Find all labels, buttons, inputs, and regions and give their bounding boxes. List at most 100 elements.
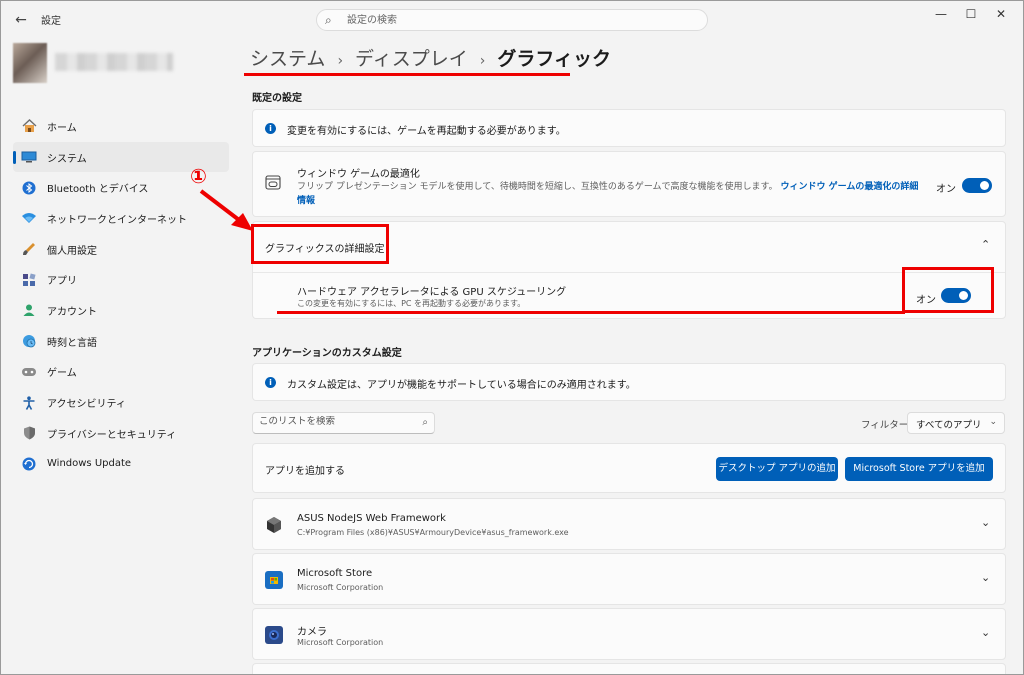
personalization-icon — [21, 241, 37, 257]
app-publisher: Microsoft Corporation — [297, 583, 384, 592]
back-arrow-icon[interactable]: ← — [11, 10, 31, 30]
app-list-search-box[interactable]: ⌕ — [252, 412, 435, 434]
sidebar-item-label: アカウント — [47, 306, 97, 318]
breadcrumb: システム › ディスプレイ › グラフィック — [250, 44, 611, 71]
search-icon: ⌕ — [422, 417, 428, 428]
add-app-label: アプリを追加する — [265, 466, 345, 477]
asus-framework-icon — [265, 516, 283, 538]
gaming-icon — [21, 364, 37, 380]
sidebar-item-label: アクセシビリティ — [47, 399, 126, 411]
windows-update-icon — [21, 456, 37, 472]
chevron-up-icon[interactable]: ⌃ — [981, 238, 990, 251]
app-row-asus[interactable]: ASUS NodeJS Web Framework C:¥Program Fil… — [252, 498, 1006, 550]
microsoft-store-icon — [265, 571, 283, 589]
minimize-button[interactable]: — — [926, 5, 956, 23]
annotation-marker: ① — [190, 164, 207, 188]
apps-icon — [21, 272, 37, 288]
sidebar-item-time-language[interactable]: 時刻と言語 — [13, 326, 229, 357]
account-icon — [21, 302, 37, 318]
annotation-box-advanced-graphics — [251, 224, 389, 264]
sidebar-item-accessibility[interactable]: アクセシビリティ — [13, 387, 229, 418]
system-icon — [21, 149, 37, 165]
app-row-camera[interactable]: カメラ Microsoft Corporation ⌄ — [252, 608, 1006, 660]
maximize-button[interactable]: ☐ — [956, 5, 986, 23]
window-game-optimization-description: フリップ プレゼンテーション モデルを使用して、待機時間を短縮し、互換性のあるゲ… — [297, 182, 778, 192]
restart-game-info-card: i 変更を有効にするには、ゲームを再起動する必要があります。 — [252, 109, 1006, 147]
sidebar-item-label: ネットワークとインターネット — [47, 214, 187, 226]
window-game-optimization-desc: フリップ プレゼンテーション モデルを使用して、待機時間を短縮し、互換性のあるゲ… — [297, 180, 927, 208]
annotation-underline-gpu — [277, 311, 905, 314]
gpu-scheduling-desc: この変更を有効にするには、PC を再起動する必要があります。 — [297, 299, 526, 308]
sidebar-item-label: 個人用設定 — [47, 245, 97, 257]
breadcrumb-separator: › — [337, 53, 344, 69]
bluetooth-icon — [21, 180, 37, 196]
window-game-optimization-toggle[interactable] — [962, 178, 992, 193]
sidebar-item-label: Bluetooth とデバイス — [47, 184, 149, 196]
custom-settings-info-text: カスタム設定は、アプリが機能をサポートしている場合にのみ適用されます。 — [287, 380, 636, 391]
chevron-down-icon: ⌄ — [989, 417, 997, 427]
app-name: カメラ — [297, 627, 327, 638]
privacy-shield-icon — [21, 425, 37, 441]
app-row-microsoft-store[interactable]: Microsoft Store Microsoft Corporation ⌄ — [252, 553, 1006, 605]
close-button[interactable]: ✕ — [986, 5, 1016, 23]
search-icon: ⌕ — [325, 13, 332, 27]
accessibility-icon — [21, 395, 37, 411]
filter-label: フィルター: — [861, 420, 912, 431]
avatar[interactable] — [13, 43, 47, 83]
sidebar-item-label: プライバシーとセキュリティ — [47, 429, 177, 441]
sidebar-item-label: アプリ — [47, 276, 77, 288]
add-app-card: アプリを追加する デスクトップ アプリの追加 Microsoft Store ア… — [252, 443, 1006, 493]
info-icon: i — [265, 377, 276, 388]
chevron-down-icon[interactable]: ⌄ — [981, 571, 990, 584]
time-language-icon — [21, 333, 37, 349]
custom-settings-heading: アプリケーションのカスタム設定 — [252, 348, 402, 359]
app-row-partial[interactable] — [252, 663, 1006, 674]
default-settings-heading: 既定の設定 — [252, 93, 302, 104]
window-game-optimization-title: ウィンドウ ゲームの最適化 — [297, 169, 420, 180]
account-name-blurred — [55, 53, 173, 71]
app-path: C:¥Program Files (x86)¥ASUS¥ArmouryDevic… — [297, 528, 569, 537]
add-desktop-app-button[interactable]: デスクトップ アプリの追加 — [716, 457, 838, 481]
gpu-scheduling-title: ハードウェア アクセラレータによる GPU スケジューリング — [297, 287, 567, 298]
settings-window: ← 設定 ⌕ — ☐ ✕ ホーム システム Bluetooth — [0, 0, 1024, 675]
app-title: 設定 — [41, 16, 61, 27]
breadcrumb-display[interactable]: ディスプレイ — [355, 48, 468, 70]
sidebar-item-label: ゲーム — [47, 368, 77, 380]
sidebar-item-privacy[interactable]: プライバシーとセキュリティ — [13, 418, 229, 449]
title-bar: ← 設定 ⌕ — ☐ ✕ — [1, 1, 1023, 39]
sidebar-item-windows-update[interactable]: Windows Update — [13, 449, 229, 480]
add-store-app-button[interactable]: Microsoft Store アプリを追加 — [845, 457, 993, 481]
home-icon — [21, 118, 37, 134]
sidebar-item-account[interactable]: アカウント — [13, 295, 229, 326]
app-name: ASUS NodeJS Web Framework — [297, 513, 446, 524]
camera-icon — [265, 626, 283, 644]
annotation-box-gpu-toggle — [902, 267, 994, 313]
chevron-down-icon[interactable]: ⌄ — [981, 516, 990, 529]
settings-search-box[interactable]: ⌕ — [316, 9, 708, 31]
info-icon: i — [265, 123, 276, 134]
filter-dropdown-value: すべてのアプリ — [916, 420, 982, 431]
sidebar-item-label: ホーム — [47, 122, 77, 134]
network-icon — [21, 210, 37, 226]
annotation-underline-breadcrumb — [244, 73, 570, 76]
app-list-search-input[interactable] — [259, 416, 409, 427]
breadcrumb-separator: › — [479, 53, 486, 69]
restart-game-info-text: 変更を有効にするには、ゲームを再起動する必要があります。 — [287, 126, 566, 137]
sidebar-item-personalization[interactable]: 個人用設定 — [13, 234, 229, 265]
sidebar-item-label: システム — [47, 153, 87, 165]
sidebar-item-apps[interactable]: アプリ — [13, 264, 229, 295]
chevron-down-icon[interactable]: ⌄ — [981, 626, 990, 639]
sidebar-item-gaming[interactable]: ゲーム — [13, 357, 229, 388]
filter-dropdown[interactable]: すべてのアプリ ⌄ — [907, 412, 1005, 434]
game-window-icon — [265, 175, 281, 194]
sidebar-item-label: Windows Update — [47, 458, 132, 470]
settings-search-input[interactable] — [347, 13, 687, 27]
sidebar-item-home[interactable]: ホーム — [13, 111, 229, 142]
breadcrumb-graphics: グラフィック — [497, 48, 611, 70]
app-publisher: Microsoft Corporation — [297, 638, 384, 647]
custom-settings-info-card: i カスタム設定は、アプリが機能をサポートしている場合にのみ適用されます。 — [252, 363, 1006, 401]
annotation-arrow-icon — [199, 189, 253, 231]
breadcrumb-system[interactable]: システム — [250, 48, 325, 70]
sidebar-item-label: 時刻と言語 — [47, 337, 97, 349]
window-game-optimization-state: オン — [936, 184, 956, 195]
